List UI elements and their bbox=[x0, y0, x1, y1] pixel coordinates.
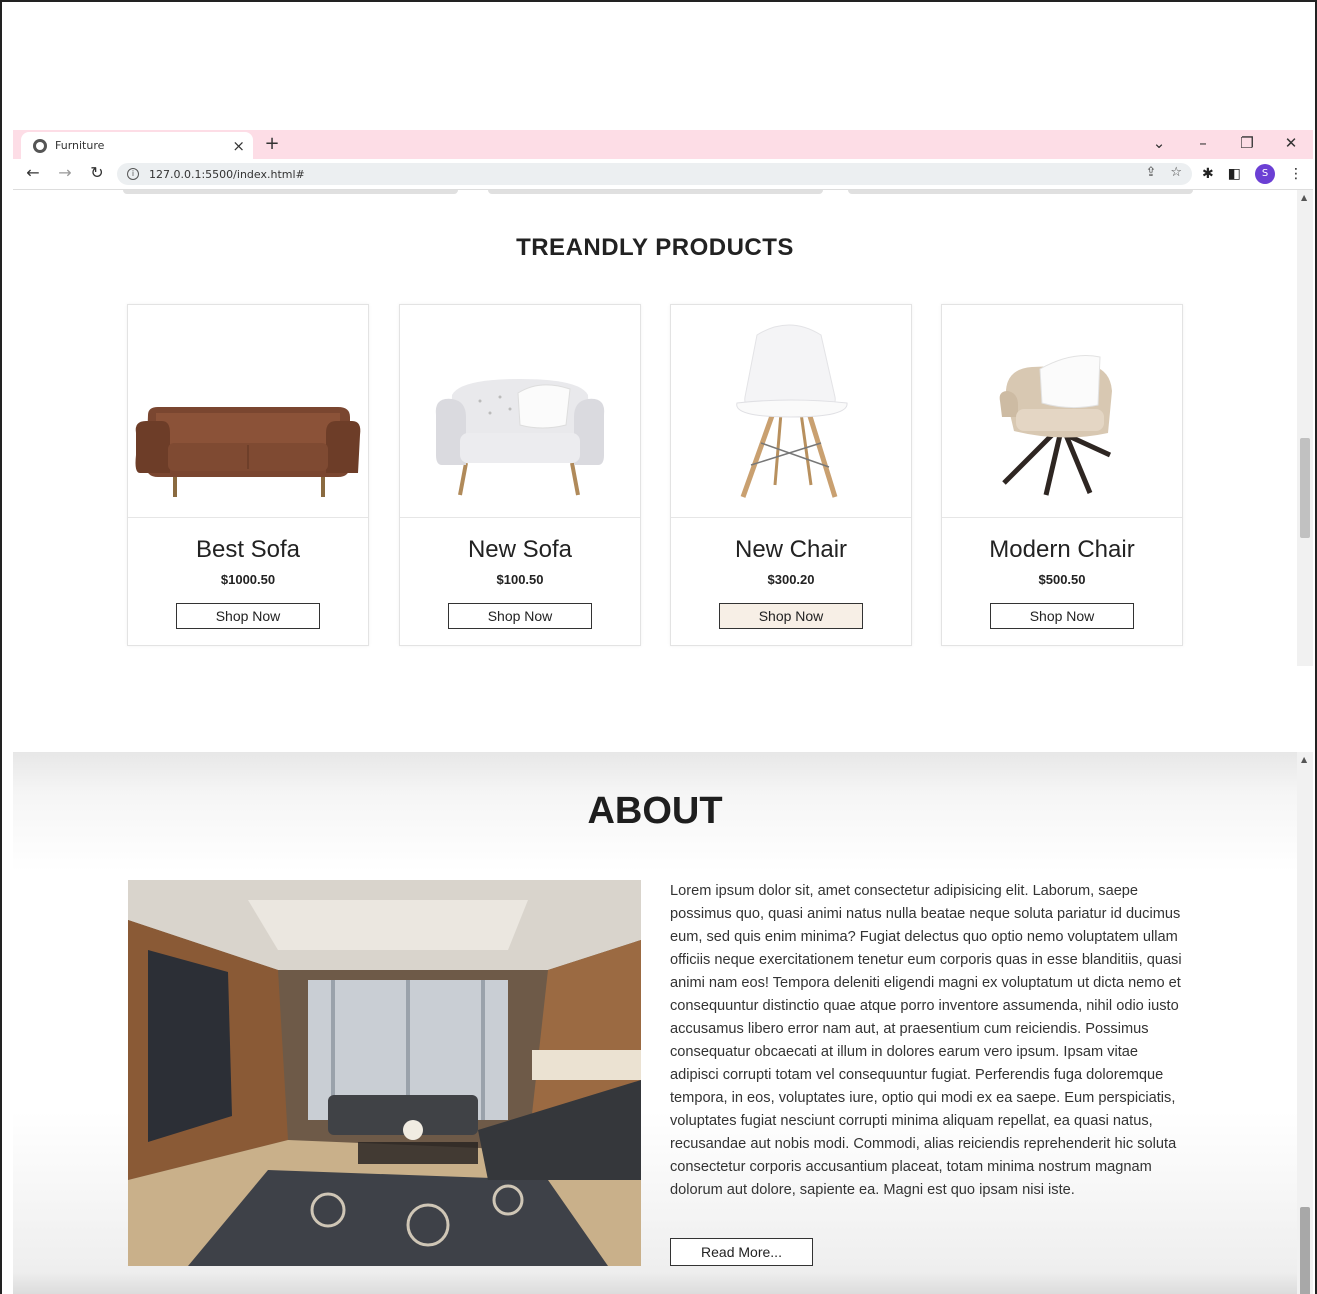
about-scrollbar[interactable]: ▲ bbox=[1297, 752, 1313, 1294]
shop-now-button[interactable]: Shop Now bbox=[448, 603, 592, 629]
scroll-thumb[interactable] bbox=[1300, 438, 1310, 538]
shop-now-button[interactable]: Shop Now bbox=[990, 603, 1134, 629]
scroll-thumb[interactable] bbox=[1300, 1207, 1310, 1294]
chair-image bbox=[736, 324, 848, 498]
tab-title: Furniture bbox=[55, 139, 105, 152]
scroll-up-arrow-icon[interactable]: ▲ bbox=[1301, 193, 1307, 202]
window-controls: ⌄ – ❐ ✕ bbox=[1149, 134, 1301, 152]
about-section: ABOUT Lorem ipsum dolor sit, amet consec… bbox=[13, 752, 1297, 1294]
minimize-button[interactable]: – bbox=[1193, 134, 1213, 152]
tab-search-icon[interactable]: ⌄ bbox=[1149, 134, 1169, 152]
product-price: $500.50 bbox=[1038, 572, 1086, 587]
read-more-button[interactable]: Read More... bbox=[670, 1238, 813, 1266]
new-tab-button[interactable]: + bbox=[261, 133, 283, 154]
site-info-icon[interactable]: i bbox=[127, 168, 139, 180]
living-room-image bbox=[128, 880, 641, 1266]
toolbar-actions: ✱ ◧ S ⋮ bbox=[1202, 164, 1303, 184]
globe-icon bbox=[33, 138, 47, 153]
armchair-image bbox=[435, 379, 605, 496]
scroll-up-arrow-icon[interactable]: ▲ bbox=[1301, 755, 1307, 764]
omnibox-actions: ⇪ ☆ bbox=[1145, 165, 1182, 180]
nav-buttons: ← → ↻ bbox=[23, 163, 107, 182]
restore-button[interactable]: ❐ bbox=[1237, 134, 1257, 152]
forward-arrow-icon[interactable]: → bbox=[55, 163, 75, 182]
reload-icon[interactable]: ↻ bbox=[87, 163, 107, 182]
product-image bbox=[942, 305, 1182, 518]
menu-kebab-icon[interactable]: ⋮ bbox=[1289, 166, 1303, 182]
back-arrow-icon[interactable]: ← bbox=[23, 163, 43, 182]
tab-close-icon[interactable]: × bbox=[232, 137, 245, 155]
product-name: New Sofa bbox=[467, 536, 573, 563]
product-price: $300.20 bbox=[767, 572, 815, 587]
address-bar[interactable]: i 127.0.0.1:5500/index.html# ⇪ ☆ bbox=[117, 163, 1192, 185]
sofa-image bbox=[135, 407, 361, 497]
product-price: $100.50 bbox=[496, 572, 544, 587]
product-card: Modern Chair $500.50 Shop Now bbox=[941, 304, 1183, 646]
shop-now-button[interactable]: Shop Now bbox=[719, 603, 863, 629]
product-card: New Chair $300.20 Shop Now bbox=[670, 304, 912, 646]
product-image bbox=[671, 305, 911, 518]
product-card: New Sofa $100.50 Shop Now bbox=[399, 304, 641, 646]
url-text: 127.0.0.1:5500/index.html# bbox=[149, 167, 305, 181]
previous-section-edge bbox=[123, 190, 1193, 196]
products-title: TREANDLY PRODUCTS bbox=[516, 234, 794, 261]
page-scrollbar[interactable]: ▲ bbox=[1297, 190, 1313, 666]
bookmark-star-icon[interactable]: ☆ bbox=[1170, 165, 1182, 180]
share-icon[interactable]: ⇪ bbox=[1145, 165, 1156, 180]
product-name: Modern Chair bbox=[989, 536, 1135, 563]
browser-tab[interactable]: Furniture × bbox=[21, 132, 253, 159]
product-price: $1000.50 bbox=[220, 572, 276, 587]
side-panel-icon[interactable]: ◧ bbox=[1228, 166, 1241, 182]
trendy-products-section: TREANDLY PRODUCTS Best Sofa $1000.50 Sho… bbox=[13, 190, 1297, 752]
about-paragraph: Lorem ipsum dolor sit, amet consectetur … bbox=[670, 883, 1182, 1198]
product-image bbox=[400, 305, 640, 518]
product-image bbox=[128, 305, 368, 518]
about-title: ABOUT bbox=[587, 790, 723, 832]
extensions-puzzle-icon[interactable]: ✱ bbox=[1202, 166, 1214, 182]
modern-chair-image bbox=[999, 355, 1112, 496]
product-name: Best Sofa bbox=[195, 536, 301, 563]
shop-now-button[interactable]: Shop Now bbox=[176, 603, 320, 629]
close-window-button[interactable]: ✕ bbox=[1281, 134, 1301, 152]
profile-avatar[interactable]: S bbox=[1255, 164, 1275, 184]
product-card: Best Sofa $1000.50 Shop Now bbox=[127, 304, 369, 646]
living-room-illustration bbox=[128, 880, 641, 1266]
browser-toolbar: ← → ↻ i 127.0.0.1:5500/index.html# ⇪ ☆ ✱… bbox=[13, 159, 1313, 190]
top-blank-area bbox=[2, 2, 1313, 130]
product-name: New Chair bbox=[734, 536, 848, 563]
browser-tab-bar: Furniture × + ⌄ – ❐ ✕ bbox=[13, 130, 1313, 159]
